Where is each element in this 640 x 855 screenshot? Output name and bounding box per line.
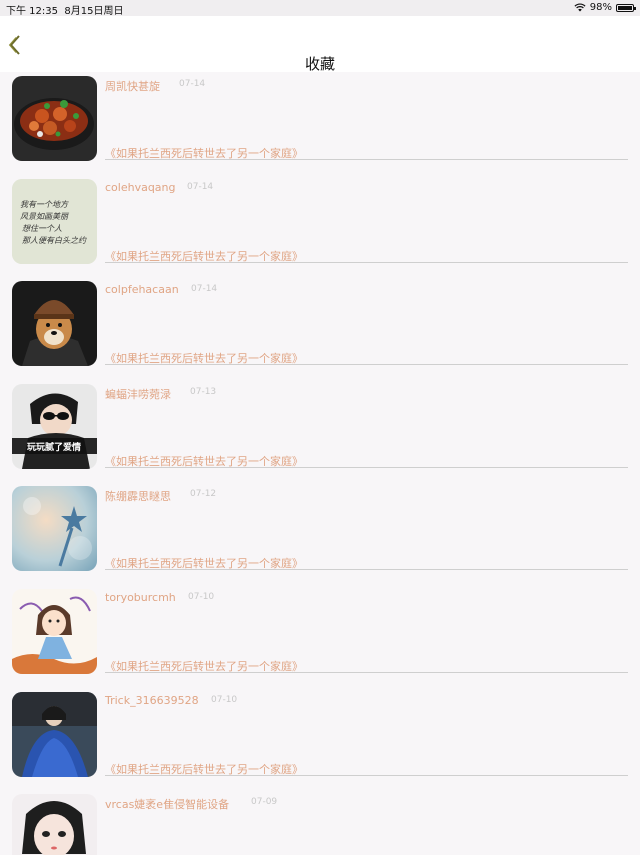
divider xyxy=(105,466,628,468)
username-label: colpfehacaan xyxy=(105,283,179,297)
svg-text:我有一个地方: 我有一个地方 xyxy=(20,200,69,209)
date-label: 07-14 xyxy=(179,79,206,89)
svg-text:想住一个人: 想住一个人 xyxy=(22,224,62,233)
status-bar: 下午 12:35 8月15日周日 98% xyxy=(0,0,640,17)
wifi-icon xyxy=(574,3,586,12)
status-time: 下午 12:35 8月15日周日 xyxy=(6,6,124,17)
svg-text:风景如画美丽: 风景如画美丽 xyxy=(20,212,70,221)
avatar[interactable] xyxy=(12,486,97,572)
username-label: 陈绷霹思瞇思 xyxy=(105,490,171,504)
divider xyxy=(105,774,628,776)
battery-fill xyxy=(618,5,632,10)
username-label: 蝙蝠沣唠菀渌 xyxy=(105,387,171,401)
list-item[interactable]: toryoburcmh 07-10 《如果托兰西死后转世去了另一个家庭》 xyxy=(0,585,640,688)
username-label: 周凯快甚旋 xyxy=(105,80,160,93)
list-item[interactable]: Trick_316639528 07-10 《如果托兰西死后转世去了另一个家庭》 xyxy=(0,688,640,791)
divider xyxy=(105,569,628,571)
list-item[interactable]: 陈绷霹思瞇思 07-12 《如果托兰西死后转世去了另一个家庭》 xyxy=(0,482,640,585)
navigation-bar: 收藏 xyxy=(0,16,640,72)
divider xyxy=(105,364,628,366)
avatar[interactable]: 玩玩腻了爱情 xyxy=(12,383,97,469)
battery-icon xyxy=(616,3,636,12)
divider xyxy=(105,671,628,673)
page-title: 收藏 xyxy=(304,55,335,73)
date-label: 07-12 xyxy=(190,489,217,500)
divider xyxy=(105,261,628,263)
username-label: vrcas婕袤e隹侵智能设备 xyxy=(105,798,230,812)
username-label: Trick_316639528 xyxy=(105,693,199,707)
svg-text:玩玩腻了爱情: 玩玩腻了爱情 xyxy=(27,441,81,453)
date-label: 07-10 xyxy=(188,591,215,602)
battery-percent: 98% xyxy=(589,2,612,13)
username-label: colehvaqang xyxy=(105,180,176,194)
list-item[interactable]: 文来不居尚 vrcas婕袤e隹侵智能设备 07-09 xyxy=(0,790,640,855)
date-label: 07-10 xyxy=(211,694,238,705)
username-label: toryoburcmh xyxy=(105,590,176,604)
list-item[interactable]: 我有一个地方 风景如画美丽 想住一个人 那人便有白头之约 colehvaqang… xyxy=(0,175,640,278)
date-label: 07-09 xyxy=(251,797,278,808)
list-item[interactable]: colpfehacaan 07-14 《如果托兰西死后转世去了另一个家庭》 xyxy=(0,277,640,380)
avatar[interactable] xyxy=(12,281,97,367)
list-item[interactable]: 周凯快甚旋 07-14 《如果托兰西死后转世去了另一个家庭》 xyxy=(0,72,640,175)
date-label: 07-13 xyxy=(190,386,217,397)
svg-text:那人便有白头之约: 那人便有白头之约 xyxy=(22,236,87,245)
avatar[interactable]: 文来不居尚 xyxy=(12,794,97,855)
favorites-list: 周凯快甚旋 07-14 《如果托兰西死后转世去了另一个家庭》 我有一个地方 风景如画… xyxy=(0,72,640,855)
chevron-left-icon xyxy=(8,35,20,55)
list-item[interactable]: 玩玩腻了爱情 蝙蝠沣唠菀渌 07-13 《如果托兰西死后转世去了另一个家庭》 xyxy=(0,380,640,483)
avatar[interactable] xyxy=(12,588,97,674)
avatar[interactable] xyxy=(12,691,97,777)
divider xyxy=(105,159,628,160)
avatar[interactable]: 我有一个地方 风景如画美丽 想住一个人 那人便有白头之约 xyxy=(12,178,97,264)
date-label: 07-14 xyxy=(187,181,214,192)
status-right: 98% xyxy=(574,2,636,13)
back-button[interactable] xyxy=(6,34,24,56)
avatar[interactable] xyxy=(12,76,97,161)
date-label: 07-14 xyxy=(191,284,218,295)
